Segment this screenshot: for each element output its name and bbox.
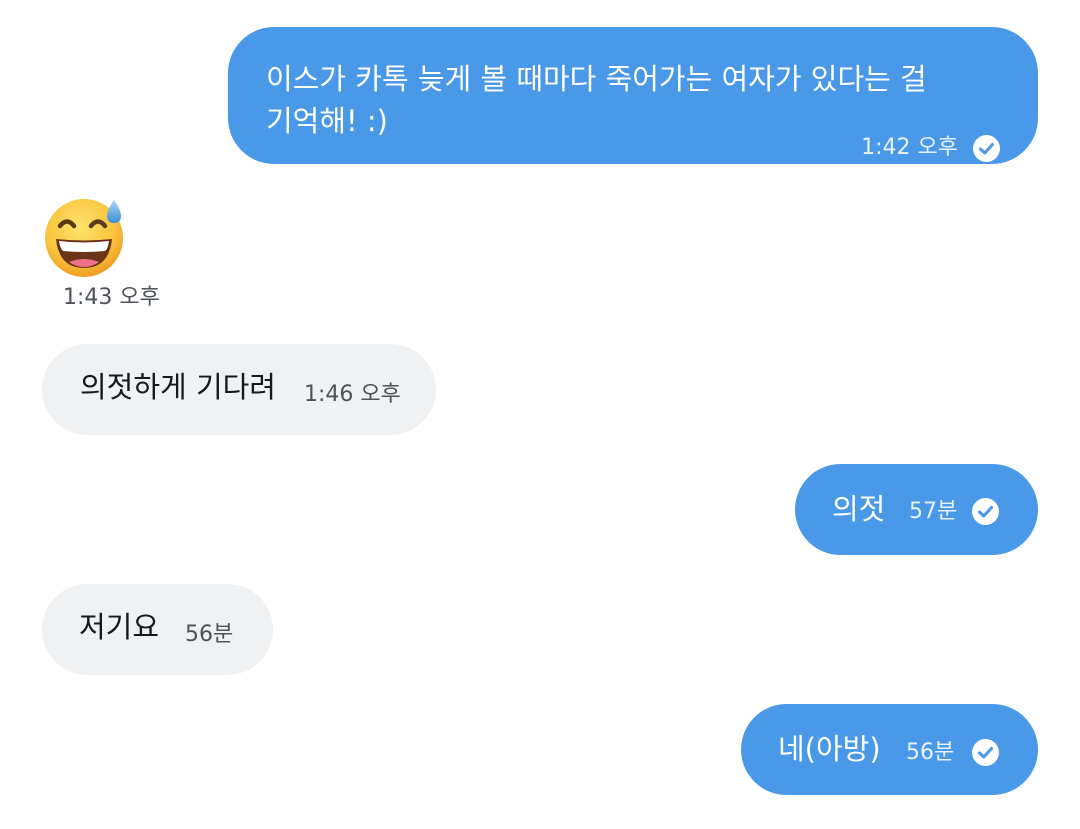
outgoing-message-bubble[interactable]: 네(아방) 56분 bbox=[741, 704, 1038, 795]
message-text: 저기요 bbox=[79, 610, 160, 644]
message-timestamp: 57분 bbox=[909, 499, 958, 524]
message-timestamp: 1:46 오후 bbox=[304, 382, 401, 407]
message-text: 이스가 카톡 늦게 볼 때마다 죽어가는 여자가 있다는 걸 기억해! :) bbox=[266, 62, 927, 138]
read-check-icon bbox=[972, 739, 999, 766]
message-text: 의젓하게 기다려 bbox=[80, 370, 276, 404]
incoming-message-bubble[interactable]: 저기요 56분 bbox=[42, 584, 273, 675]
message-timestamp: 1:43 오후 bbox=[63, 285, 160, 310]
message-timestamp: 1:42 오후 bbox=[861, 135, 958, 160]
incoming-emoji-message[interactable]: 1:43 오후 bbox=[43, 196, 160, 310]
message-timestamp: 56분 bbox=[185, 622, 234, 647]
outgoing-message-bubble[interactable]: 이스가 카톡 늦게 볼 때마다 죽어가는 여자가 있다는 걸 기억해! :) 1… bbox=[228, 27, 1038, 164]
outgoing-message-bubble[interactable]: 의젓 57분 bbox=[795, 464, 1038, 555]
message-text: 의젓 bbox=[832, 492, 886, 526]
read-check-icon bbox=[972, 498, 999, 525]
read-check-icon bbox=[973, 135, 1000, 162]
message-text: 네(아방) bbox=[778, 732, 881, 766]
message-timestamp: 56분 bbox=[906, 740, 955, 765]
grinning-face-with-sweat-icon bbox=[45, 199, 123, 277]
incoming-message-bubble[interactable]: 의젓하게 기다려 1:46 오후 bbox=[42, 344, 436, 435]
